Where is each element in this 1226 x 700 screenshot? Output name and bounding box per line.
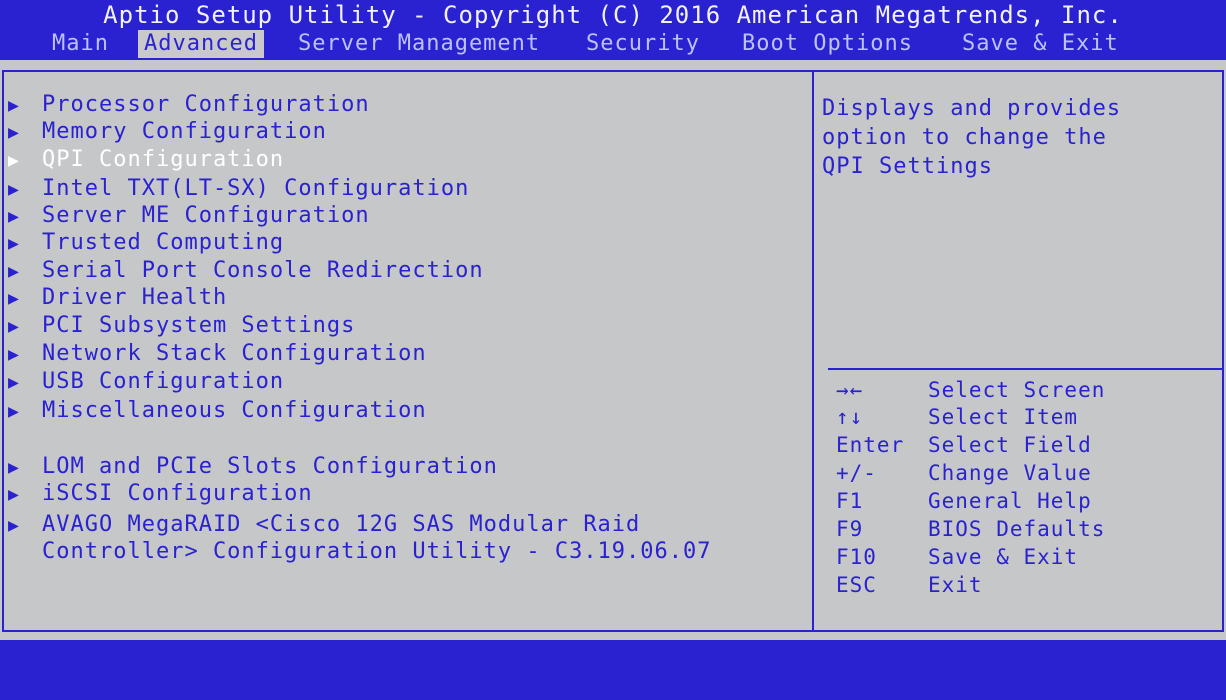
menu-item-label: Intel TXT(LT-SX) Configuration (42, 176, 470, 201)
key-row-save-exit: F10 Save & Exit (836, 544, 1078, 571)
menu-item-miscellaneous-configuration[interactable]: ▶ Miscellaneous Configuration (8, 398, 427, 425)
menu-item-avago-megaraid[interactable]: ▶ AVAGO MegaRAID <Cisco 12G SAS Modular R… (8, 512, 640, 539)
menu-item-label: AVAGO MegaRAID <Cisco 12G SAS Modular Ra… (42, 512, 641, 537)
key-row-select-field: Enter Select Field (836, 432, 1092, 459)
menu-item-label: Serial Port Console Redirection (42, 258, 484, 283)
key-desc: Select Item (928, 405, 1079, 429)
submenu-arrow-icon: ▶ (8, 316, 20, 337)
key-desc: Save & Exit (928, 545, 1079, 569)
submenu-arrow-icon: ▶ (8, 401, 20, 422)
key-label: F9 (836, 517, 864, 541)
menu-item-label: Server ME Configuration (42, 203, 370, 228)
window-title: Aptio Setup Utility - Copyright (C) 2016… (0, 0, 1226, 30)
key-row-select-screen: →← Select Screen (836, 377, 1105, 404)
status-footer (0, 640, 1226, 700)
menu-item-network-stack-configuration[interactable]: ▶ Network Stack Configuration (8, 341, 427, 368)
submenu-arrow-icon: ▶ (8, 150, 20, 171)
key-row-change-value: +/- Change Value (836, 460, 1092, 487)
menu-item-server-me-configuration[interactable]: ▶ Server ME Configuration (8, 203, 370, 230)
submenu-arrow-icon: ▶ (8, 206, 20, 227)
menu-item-label: Driver Health (42, 285, 228, 310)
menu-item-label: USB Configuration (42, 369, 285, 394)
key-label: F1 (836, 489, 864, 513)
tab-security[interactable]: Security (580, 30, 706, 58)
key-row-general-help: F1 General Help (836, 488, 1092, 515)
key-label: Enter (836, 433, 905, 457)
menu-item-lom-pcie-slots-configuration[interactable]: ▶ LOM and PCIe Slots Configuration (8, 454, 498, 481)
submenu-arrow-icon: ▶ (8, 344, 20, 365)
key-label: ESC (836, 573, 877, 597)
menu-item-driver-health[interactable]: ▶ Driver Health (8, 285, 227, 312)
key-desc: Select Field (928, 433, 1092, 457)
help-section: Displays and provides option to change t… (814, 72, 1222, 362)
help-panel: Displays and provides option to change t… (812, 70, 1224, 632)
key-desc: General Help (928, 489, 1092, 513)
key-desc: BIOS Defaults (928, 517, 1106, 541)
key-row-bios-defaults: F9 BIOS Defaults (836, 516, 1105, 543)
menu-panel: ▶ Processor Configuration ▶ Memory Configu… (2, 70, 836, 632)
submenu-arrow-icon: ▶ (8, 457, 20, 478)
menu-item-label: Network Stack Configuration (42, 341, 427, 366)
submenu-arrow-icon: ▶ (8, 515, 20, 536)
submenu-arrow-icon: ▶ (8, 261, 20, 282)
main-panel: ▶ Processor Configuration ▶ Memory Configu… (0, 60, 1226, 640)
menu-item-label: Miscellaneous Configuration (42, 398, 427, 423)
menu-item-processor-configuration[interactable]: ▶ Processor Configuration (8, 92, 370, 119)
key-label: +/- (836, 461, 877, 485)
menu-item-label: LOM and PCIe Slots Configuration (42, 454, 498, 479)
key-desc: Select Screen (928, 378, 1106, 402)
menu-item-qpi-configuration[interactable]: ▶ QPI Configuration (8, 147, 284, 174)
submenu-arrow-icon: ▶ (8, 288, 20, 309)
submenu-arrow-icon: ▶ (8, 372, 20, 393)
menu-item-avago-megaraid-continued[interactable]: Controller> Configuration Utility - C3.1… (8, 539, 712, 565)
menu-item-trusted-computing[interactable]: ▶ Trusted Computing (8, 230, 284, 257)
menu-item-label: Memory Configuration (42, 119, 327, 144)
menu-item-label: Trusted Computing (42, 230, 285, 255)
submenu-arrow-icon: ▶ (8, 233, 20, 254)
help-text: Displays and provides option to change t… (822, 96, 1122, 179)
key-desc: Exit (928, 573, 983, 597)
menu-item-pci-subsystem-settings[interactable]: ▶ PCI Subsystem Settings (8, 313, 355, 340)
up-down-arrows-icon: ↑↓ (836, 405, 864, 429)
tab-advanced[interactable]: Advanced (138, 30, 264, 58)
menu-item-label: Controller> Configuration Utility - C3.1… (42, 539, 712, 564)
submenu-arrow-icon: ▶ (8, 122, 20, 143)
submenu-arrow-icon: ▶ (8, 484, 20, 505)
menu-item-iscsi-configuration[interactable]: ▶ iSCSI Configuration (8, 481, 313, 508)
submenu-arrow-icon: ▶ (8, 179, 20, 200)
tab-bar: Main Advanced Server Management Security… (0, 30, 1226, 60)
menu-item-memory-configuration[interactable]: ▶ Memory Configuration (8, 119, 327, 146)
tab-save-exit[interactable]: Save & Exit (956, 30, 1125, 58)
tab-server-management[interactable]: Server Management (292, 30, 546, 58)
left-right-arrows-icon: →← (836, 378, 864, 402)
menu-item-usb-configuration[interactable]: ▶ USB Configuration (8, 369, 284, 396)
menu-item-label: PCI Subsystem Settings (42, 313, 356, 338)
key-label: F10 (836, 545, 877, 569)
key-row-exit: ESC Exit (836, 572, 983, 599)
key-desc: Change Value (928, 461, 1092, 485)
menu-item-label: Processor Configuration (42, 92, 370, 117)
menu-item-label: iSCSI Configuration (42, 481, 313, 506)
menu-item-label: QPI Configuration (42, 147, 285, 172)
tab-boot-options[interactable]: Boot Options (736, 30, 919, 58)
menu-item-intel-txt-configuration[interactable]: ▶ Intel TXT(LT-SX) Configuration (8, 176, 469, 203)
menu-item-serial-port-console-redirection[interactable]: ▶ Serial Port Console Redirection (8, 258, 484, 285)
submenu-arrow-icon: ▶ (8, 95, 20, 116)
key-row-select-item: ↑↓ Select Item (836, 404, 1078, 431)
tab-main[interactable]: Main (46, 30, 115, 58)
help-divider (828, 368, 1222, 370)
